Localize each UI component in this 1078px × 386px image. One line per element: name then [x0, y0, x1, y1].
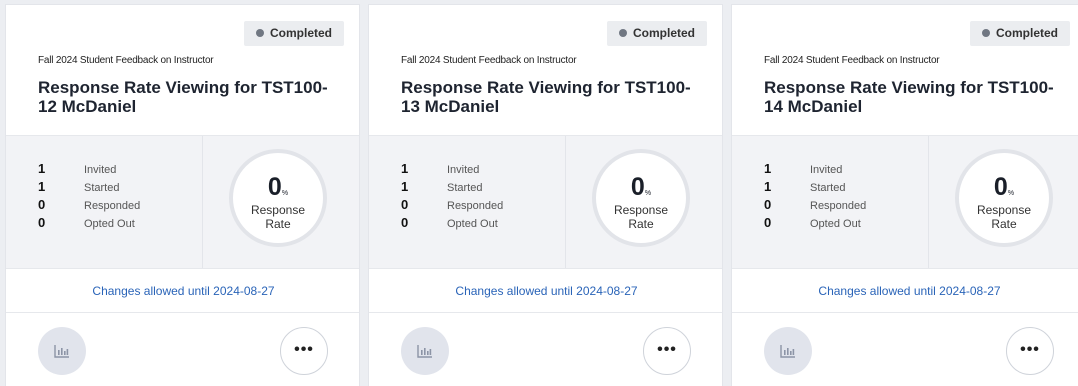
- stat-invited: 1 Invited: [764, 160, 842, 178]
- stat-value: 1: [38, 179, 46, 194]
- status-label: Completed: [269, 26, 332, 40]
- stat-label: Started: [447, 182, 483, 194]
- stat-value: 0: [764, 215, 772, 230]
- changes-allowed-text: Changes allowed until 2024-08-27: [369, 269, 722, 313]
- response-rate-ring: 0% Response Rate: [592, 149, 690, 247]
- status-label: Completed: [632, 26, 695, 40]
- response-rate-ring: 0% Response Rate: [229, 149, 327, 247]
- stat-label: Started: [84, 182, 120, 194]
- stat-responded: 0 Responded: [38, 196, 140, 214]
- more-options-button[interactable]: •••: [643, 327, 691, 375]
- stat-label: Invited: [810, 164, 843, 176]
- response-rate-ring: 0% Response Rate: [955, 149, 1053, 247]
- rate-unit: %: [1007, 190, 1015, 197]
- survey-card: Completed Fall 2024 Student Feedback on …: [368, 4, 723, 386]
- card-title[interactable]: Response Rate Viewing for TST100-12 McDa…: [38, 78, 338, 116]
- survey-card: Completed Fall 2024 Student Feedback on …: [731, 4, 1078, 386]
- response-rate-label: Response Rate: [233, 203, 323, 231]
- changes-allowed-text: Changes allowed until 2024-08-27: [732, 269, 1078, 313]
- card-title[interactable]: Response Rate Viewing for TST100-14 McDa…: [764, 78, 1064, 116]
- stat-opted-out: 0 Opted Out: [764, 214, 861, 232]
- status-dot-icon: [618, 29, 627, 37]
- bar-chart-icon: [417, 345, 432, 358]
- stat-value: 0: [38, 197, 46, 212]
- rate-number: 0: [993, 173, 1008, 201]
- status-badge: Completed: [606, 21, 707, 46]
- stat-invited: 1 Invited: [401, 160, 479, 178]
- stat-label: Opted Out: [447, 218, 498, 230]
- stat-value: 0: [764, 197, 772, 212]
- stat-started: 1 Started: [764, 178, 845, 196]
- stats-panel: 1 Invited 1 Started 0 Responded 0 Opted Out …: [732, 135, 1078, 269]
- stats-divider: [565, 136, 566, 268]
- survey-project-name: Fall 2024 Student Feedback on Instructor: [401, 55, 577, 66]
- stat-label: Invited: [84, 164, 117, 176]
- rate-label-line1: Response: [250, 203, 306, 217]
- stat-started: 1 Started: [401, 178, 482, 196]
- rate-label-line2: Rate: [628, 217, 654, 231]
- status-badge: Completed: [243, 21, 344, 46]
- stat-opted-out: 0 Opted Out: [38, 214, 135, 232]
- stats-divider: [928, 136, 929, 268]
- stat-invited: 1 Invited: [38, 160, 116, 178]
- bar-chart-icon: [54, 345, 69, 358]
- response-rate-label: Response Rate: [959, 203, 1049, 231]
- view-report-button[interactable]: [401, 327, 449, 375]
- status-dot-icon: [255, 29, 264, 37]
- stat-value: 1: [401, 179, 409, 194]
- stat-value: 0: [38, 215, 46, 230]
- stat-label: Responded: [810, 200, 867, 212]
- changes-allowed-text: Changes allowed until 2024-08-27: [6, 269, 359, 313]
- stat-responded: 0 Responded: [764, 196, 866, 214]
- stat-opted-out: 0 Opted Out: [401, 214, 498, 232]
- stat-value: 1: [764, 161, 772, 176]
- stat-label: Invited: [447, 164, 480, 176]
- rate-label-line2: Rate: [991, 217, 1017, 231]
- rate-number: 0: [267, 173, 282, 201]
- more-options-button[interactable]: •••: [1006, 327, 1054, 375]
- stat-started: 1 Started: [38, 178, 119, 196]
- bar-chart-icon: [780, 345, 795, 358]
- stat-label: Opted Out: [810, 218, 861, 230]
- survey-project-name: Fall 2024 Student Feedback on Instructor: [38, 55, 214, 66]
- status-badge: Completed: [969, 21, 1070, 46]
- card-header: Completed Fall 2024 Student Feedback on …: [369, 5, 722, 135]
- stat-value: 1: [401, 161, 409, 176]
- rate-label-line1: Response: [613, 203, 669, 217]
- rate-unit: %: [281, 190, 289, 197]
- survey-card: Completed Fall 2024 Student Feedback on …: [5, 4, 360, 386]
- rate-number: 0: [630, 173, 645, 201]
- view-report-button[interactable]: [764, 327, 812, 375]
- stats-divider: [202, 136, 203, 268]
- stat-label: Opted Out: [84, 218, 135, 230]
- card-header: Completed Fall 2024 Student Feedback on …: [6, 5, 359, 135]
- stat-value: 1: [38, 161, 46, 176]
- survey-project-name: Fall 2024 Student Feedback on Instructor: [764, 55, 940, 66]
- stat-value: 0: [401, 197, 409, 212]
- stats-panel: 1 Invited 1 Started 0 Responded 0 Opted Out …: [369, 135, 722, 269]
- stats-panel: 1 Invited 1 Started 0 Responded 0 Opted Out …: [6, 135, 359, 269]
- stat-value: 1: [764, 179, 772, 194]
- stat-label: Responded: [84, 200, 141, 212]
- stat-value: 0: [401, 215, 409, 230]
- view-report-button[interactable]: [38, 327, 86, 375]
- stat-label: Started: [810, 182, 846, 194]
- status-label: Completed: [995, 26, 1058, 40]
- status-dot-icon: [981, 29, 990, 37]
- card-header: Completed Fall 2024 Student Feedback on …: [732, 5, 1078, 135]
- stat-label: Responded: [447, 200, 504, 212]
- more-options-button[interactable]: •••: [280, 327, 328, 375]
- response-rate-label: Response Rate: [596, 203, 686, 231]
- rate-label-line2: Rate: [265, 217, 291, 231]
- stat-responded: 0 Responded: [401, 196, 503, 214]
- card-title[interactable]: Response Rate Viewing for TST100-13 McDa…: [401, 78, 701, 116]
- rate-unit: %: [644, 190, 652, 197]
- rate-label-line1: Response: [976, 203, 1032, 217]
